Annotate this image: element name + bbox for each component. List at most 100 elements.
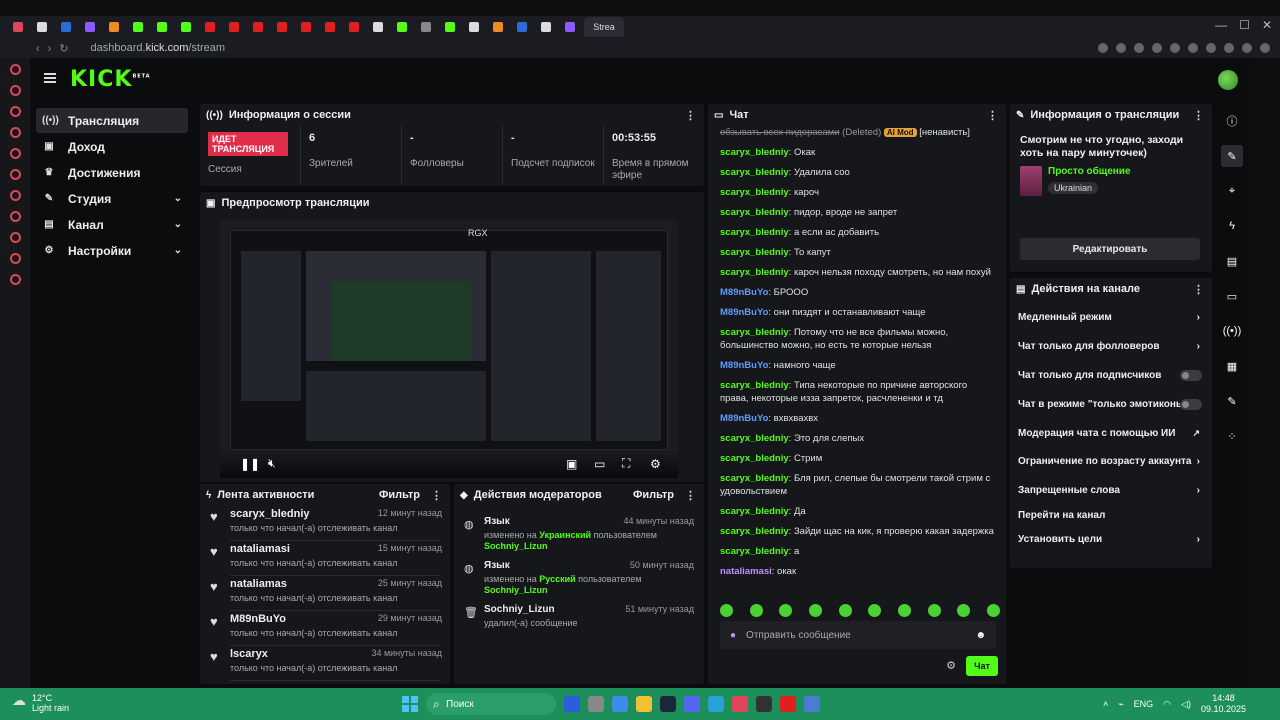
browser-tab[interactable]: [536, 20, 556, 34]
chat-icon[interactable]: ▭: [1221, 285, 1243, 307]
search-box[interactable]: Поиск: [426, 693, 556, 715]
emote-icon[interactable]: [838, 604, 852, 617]
fullscreen-icon[interactable]: ⛶: [622, 456, 630, 471]
chat-username[interactable]: scaryx_bledniy: [720, 473, 789, 484]
app-icon[interactable]: [756, 696, 772, 712]
more-icon[interactable]: ⋮: [1193, 109, 1204, 122]
network-icon[interactable]: ⌁: [1118, 699, 1123, 710]
category-link[interactable]: Просто общение: [1048, 166, 1131, 177]
browser-tab[interactable]: [512, 20, 532, 34]
sidebar-app-icon[interactable]: [9, 169, 21, 180]
settings-icon[interactable]: ⚙: [650, 457, 661, 471]
sidebar-app-icon[interactable]: [9, 274, 21, 285]
extension-icon[interactable]: [1098, 43, 1108, 53]
emoji-icon[interactable]: ☻: [975, 630, 986, 641]
sidebar-app-icon[interactable]: [9, 232, 21, 243]
minimize-icon[interactable]: —: [1215, 18, 1227, 32]
maximize-icon[interactable]: ☐: [1239, 18, 1250, 32]
microphone-icon[interactable]: ●: [730, 630, 736, 641]
channel-action-item[interactable]: Медленный режим ›: [1010, 306, 1210, 328]
emote-icon[interactable]: [779, 604, 793, 617]
chat-username[interactable]: scaryx_bledniy: [720, 526, 789, 537]
chat-username[interactable]: scaryx_bledniy: [720, 147, 789, 158]
send-chat-button[interactable]: Чат: [966, 656, 998, 676]
extension-icon[interactable]: [1242, 43, 1252, 53]
sidebar-item-income[interactable]: ▣ Доход: [36, 134, 188, 159]
mod-user[interactable]: Sochniy_Lizun: [484, 541, 548, 551]
chat-username[interactable]: scaryx_bledniy: [720, 247, 789, 258]
chat-username[interactable]: scaryx_bledniy: [720, 546, 789, 557]
channel-action-item[interactable]: Чат только для фолловеров ›: [1010, 335, 1210, 357]
chat-username[interactable]: M89nBuYo: [720, 287, 768, 298]
language-indicator[interactable]: ENG: [1134, 699, 1154, 709]
sidebar-item-studio[interactable]: ✎ Студия ⌄: [36, 186, 188, 211]
youtube-icon[interactable]: [780, 696, 796, 712]
channel-action-item[interactable]: Запрещенные слова ›: [1010, 479, 1210, 501]
browser-tab[interactable]: [272, 20, 292, 34]
emote-icon[interactable]: [927, 604, 941, 617]
more-icon[interactable]: ⋮: [987, 109, 998, 122]
extension-icon[interactable]: [1188, 43, 1198, 53]
gear-icon[interactable]: ⚙: [946, 659, 956, 672]
extension-icon[interactable]: [1224, 43, 1234, 53]
chat-input[interactable]: ● Отправить сообщение ☻: [720, 621, 996, 649]
channel-action-item[interactable]: Перейти на канал: [1010, 504, 1210, 526]
info-icon[interactable]: ⓘ: [1221, 110, 1243, 132]
browser-tab-active[interactable]: Strea: [584, 17, 624, 37]
kick-logo[interactable]: KICKBETA: [70, 67, 151, 92]
sidebar-app-icon[interactable]: [9, 64, 21, 75]
folder-icon[interactable]: [636, 696, 652, 712]
browser-tab[interactable]: [32, 20, 52, 34]
opera-icon[interactable]: [732, 696, 748, 712]
app-icon[interactable]: [804, 696, 820, 712]
app-icon[interactable]: [564, 696, 580, 712]
emote-icon[interactable]: [749, 604, 763, 617]
chat-username[interactable]: nataliamasi: [720, 566, 772, 576]
bolt-icon[interactable]: ϟ: [1221, 215, 1243, 237]
chat-username[interactable]: scaryx_bledniy: [720, 167, 789, 178]
steam-icon[interactable]: [660, 696, 676, 712]
emote-icon[interactable]: [808, 604, 822, 617]
browser-tab[interactable]: [8, 20, 28, 34]
emote-icon[interactable]: [868, 604, 882, 617]
sidebar-app-icon[interactable]: [9, 148, 21, 159]
emote-icon[interactable]: [720, 604, 733, 617]
extension-icon[interactable]: [1260, 43, 1270, 53]
pip-icon[interactable]: ▣: [566, 457, 577, 471]
browser-tab[interactable]: [416, 20, 436, 34]
pause-icon[interactable]: ❚❚: [240, 457, 260, 471]
emote-icon[interactable]: [897, 604, 911, 617]
chevron-up-icon[interactable]: ˄: [1103, 699, 1108, 709]
avatar[interactable]: [1218, 70, 1238, 90]
emote-icon[interactable]: [957, 604, 971, 617]
mute-icon[interactable]: 🔇︎: [268, 456, 276, 471]
menu-icon[interactable]: [44, 73, 56, 83]
chat-username[interactable]: M89nBuYo: [720, 413, 768, 424]
browser-tab[interactable]: [128, 20, 148, 34]
browser-tab[interactable]: [200, 20, 220, 34]
channel-action-item[interactable]: Чат в режиме "только эмотиконы": [1010, 393, 1210, 415]
browser-tab[interactable]: [488, 20, 508, 34]
chat-username[interactable]: scaryx_bledniy: [720, 453, 789, 464]
more-icon[interactable]: ⋮: [1193, 283, 1204, 296]
sidebar-app-icon[interactable]: [9, 190, 21, 201]
chat-username[interactable]: scaryx_bledniy: [720, 207, 789, 218]
browser-tab[interactable]: [152, 20, 172, 34]
extension-icon[interactable]: [1116, 43, 1126, 53]
wrench-icon[interactable]: ✎: [1221, 390, 1243, 412]
chat-username[interactable]: scaryx_bledniy: [720, 267, 789, 278]
channel-action-item[interactable]: Модерация чата с помощью ИИ ↗: [1010, 422, 1210, 444]
extension-icon[interactable]: [1134, 43, 1144, 53]
chat-username[interactable]: scaryx_bledniy: [720, 227, 789, 238]
sidebar-app-icon[interactable]: [9, 106, 21, 117]
browser-tab[interactable]: [320, 20, 340, 34]
browser-tab[interactable]: [392, 20, 412, 34]
telegram-icon[interactable]: [708, 696, 724, 712]
sidebar-app-icon[interactable]: [9, 253, 21, 264]
browser-tab[interactable]: [104, 20, 124, 34]
extension-icon[interactable]: [1206, 43, 1216, 53]
channel-action-item[interactable]: Установить цели ›: [1010, 528, 1210, 550]
sidebar-app-icon[interactable]: [9, 211, 21, 222]
browser-tab[interactable]: [56, 20, 76, 34]
chat-username[interactable]: scaryx_bledniy: [720, 380, 789, 391]
